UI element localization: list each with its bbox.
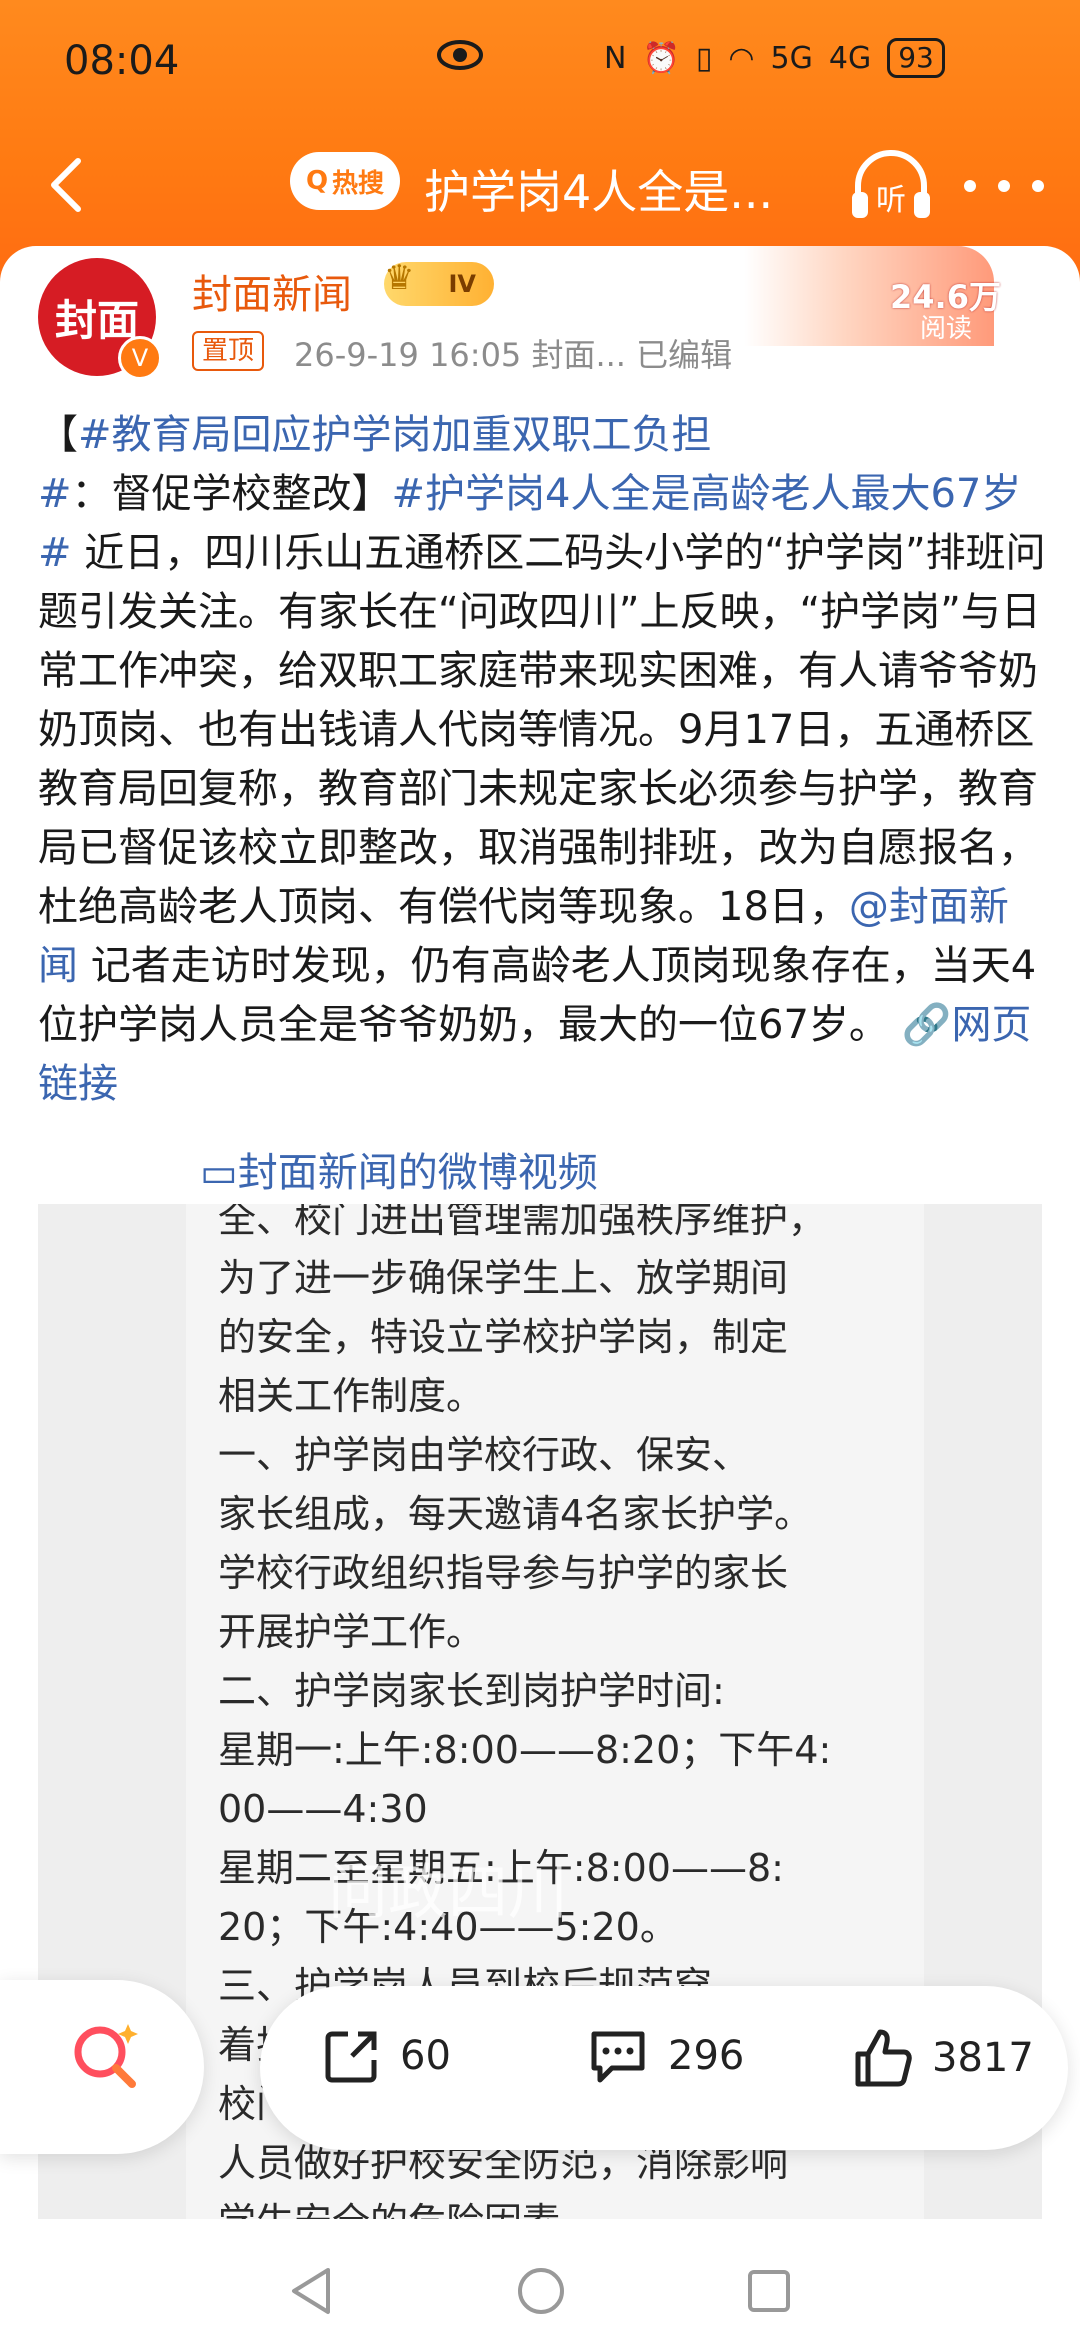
pinned-badge: 置顶 [192, 331, 265, 371]
text-segment: 近日，四川乐山五通桥区二码头小学的“护学岗”排班问题引发关注。有家长在“问政四川… [38, 530, 1046, 930]
recent-apps-icon[interactable] [746, 2268, 792, 2314]
share-icon [325, 2031, 377, 2083]
back-button[interactable] [36, 150, 96, 220]
alarm-icon: ⏰ [642, 40, 680, 76]
status-icons: N ⏰ ▯ ◠ 5G 4G 93 [604, 38, 945, 78]
page-title[interactable]: 护学岗4人全是... [424, 156, 773, 222]
battery-icon: 93 [887, 38, 945, 78]
share-button[interactable]: 60 [322, 2026, 451, 2086]
dot-icon [964, 180, 976, 192]
dot-icon [1032, 180, 1044, 192]
headphones-icon: 听 [852, 150, 930, 218]
video-link-label: 封面新闻的微博视频 [237, 1150, 598, 1196]
vibrate-icon: ▯ [695, 40, 713, 76]
hot-search-badge[interactable]: Q 热搜 [290, 152, 400, 210]
wifi-icon: ◠ [728, 40, 755, 76]
post-meta: 26-9-19 16:05 封面... 已编辑 [294, 336, 733, 374]
system-navigation-bar [0, 2240, 1080, 2340]
link-icon: 🔗 [901, 1002, 952, 1048]
signal-4g-icon: 4G [828, 40, 872, 76]
like-count: 3817 [932, 2035, 1034, 2081]
like-button[interactable]: 3817 [850, 2026, 1034, 2090]
more-options-button[interactable] [964, 156, 1044, 216]
comment-button[interactable]: 296 [586, 2026, 744, 2086]
search-icon [74, 2024, 138, 2088]
nav-bar: Q 热搜 护学岗4人全是... 听 [0, 120, 1080, 250]
nfc-icon: N [604, 40, 627, 76]
video-icon: ▭ [200, 1150, 238, 1196]
read-count-label: 阅读 [920, 314, 973, 344]
home-circle-icon[interactable] [516, 2266, 566, 2316]
eye-icon [437, 40, 483, 70]
author-name[interactable]: 封面新闻 [192, 262, 352, 320]
text-segment: 记者走访时发现，仍有高龄老人顶岗现象存在，当天4位护学岗人员全是爷爷奶奶，最大的… [38, 943, 1037, 1048]
status-bar: 08:04 N ⏰ ▯ ◠ 5G 4G 93 [0, 0, 1080, 120]
search-icon: Q [305, 166, 329, 196]
status-time: 08:04 [64, 38, 180, 84]
comment-count: 296 [668, 2033, 745, 2079]
verified-icon: V [118, 336, 162, 380]
action-bar: 60 296 3817 [260, 1986, 1068, 2150]
text-segment: ：督促学校整改】 [71, 471, 392, 517]
signal-5g-icon: 5G [770, 40, 813, 76]
comment-icon [591, 2031, 645, 2083]
chevron-left-icon [51, 158, 81, 212]
post-text: 【#教育局回应护学岗加重双职工负担#：督促学校整改】#护学岗4人全是高龄老人最大… [38, 406, 1048, 1114]
image-watermark: 问政四川 [328, 1858, 568, 1928]
dot-icon [998, 180, 1010, 192]
crown-icon: ♛ [384, 258, 415, 298]
video-link[interactable]: ▭封面新闻的微博视频 [200, 1140, 598, 1198]
avatar-text: 封面 [54, 295, 139, 345]
listen-label: 听 [876, 183, 906, 218]
level-text: IV [448, 270, 476, 298]
thumbs-up-icon [855, 2029, 912, 2087]
hot-search-label: 热搜 [332, 168, 385, 199]
text-segment: 【 [38, 412, 78, 458]
share-count: 60 [400, 2033, 451, 2079]
back-triangle-icon[interactable] [288, 2266, 334, 2316]
listen-button[interactable]: 听 [846, 146, 936, 226]
search-fab[interactable] [0, 1980, 204, 2154]
